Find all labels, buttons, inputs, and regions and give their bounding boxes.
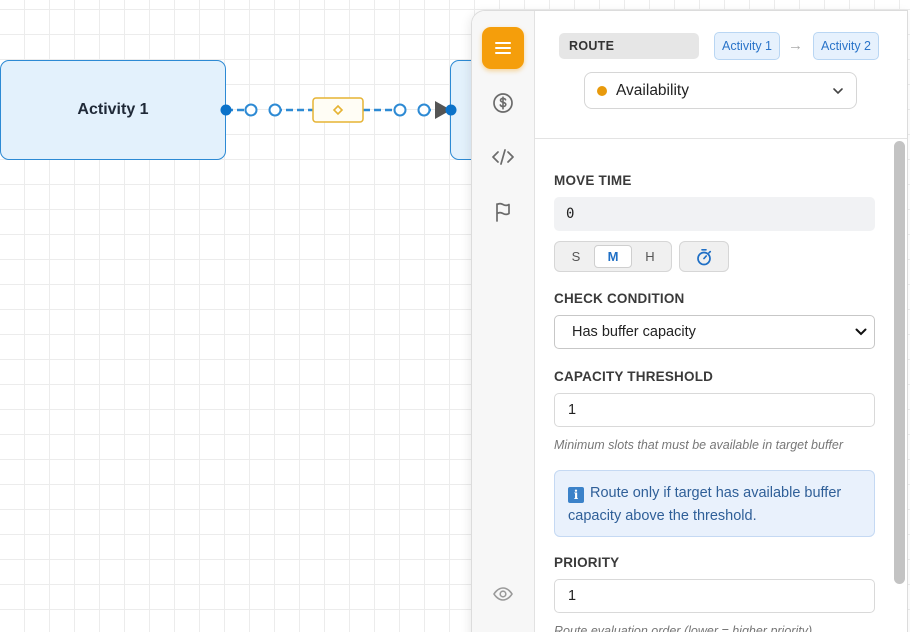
- capacity-threshold-label: CAPACITY THRESHOLD: [554, 369, 714, 384]
- edge-target-port[interactable]: [445, 104, 457, 116]
- timer-button[interactable]: [679, 241, 729, 272]
- route-source-chip[interactable]: Activity 1: [714, 32, 781, 60]
- route-type-dropdown[interactable]: Availability: [584, 72, 857, 109]
- route-type-value: Availability: [616, 81, 689, 99]
- eye-icon: [493, 587, 513, 601]
- edge-source-port[interactable]: [220, 104, 232, 116]
- edge-condition-marker[interactable]: [312, 97, 364, 123]
- unit-minutes-option[interactable]: M: [594, 245, 632, 268]
- flag-icon: [496, 202, 510, 222]
- dollar-icon: [493, 93, 513, 113]
- rail-menu-button[interactable]: [482, 27, 524, 69]
- info-icon: i: [568, 487, 584, 503]
- capacity-threshold-hint: Minimum slots that must be available in …: [554, 438, 844, 452]
- priority-input[interactable]: 1: [554, 579, 875, 613]
- priority-label: PRIORITY: [554, 555, 620, 570]
- chevron-down-icon: [855, 328, 867, 336]
- time-unit-selector: S M H: [554, 241, 672, 272]
- check-condition-label: CHECK CONDITION: [554, 291, 685, 306]
- route-properties-panel: ROUTE Activity 1 → Activity 2 Availabili…: [471, 10, 908, 632]
- check-condition-value: Has buffer capacity: [572, 324, 696, 340]
- code-icon: [492, 149, 514, 165]
- rail-flag-button[interactable]: [482, 191, 524, 233]
- edge-waypoint-handle[interactable]: [393, 103, 407, 117]
- panel-side-rail: [472, 11, 535, 632]
- capacity-threshold-input[interactable]: 1: [554, 393, 875, 427]
- activity-node-1-label: Activity 1: [77, 101, 149, 118]
- panel-header: ROUTE Activity 1 → Activity 2 Availabili…: [535, 11, 907, 139]
- move-time-label: MOVE TIME: [554, 173, 632, 188]
- edge-waypoint-handle[interactable]: [417, 103, 431, 117]
- menu-icon: [495, 42, 511, 54]
- edge-waypoint-handle[interactable]: [244, 103, 258, 117]
- check-condition-select[interactable]: Has buffer capacity: [554, 315, 875, 349]
- status-dot: [597, 85, 607, 96]
- route-form: MOVE TIME 0 S M H CHECK CONDITION Has bu…: [554, 139, 877, 632]
- rail-cost-button[interactable]: [482, 82, 524, 124]
- route-edge[interactable]: [215, 94, 465, 128]
- route-type-chip: ROUTE: [559, 33, 699, 59]
- route-target-chip[interactable]: Activity 2: [813, 32, 880, 60]
- panel-scrollbar-thumb[interactable]: [894, 141, 905, 584]
- condition-info-text: Route only if target has available buffe…: [568, 485, 842, 524]
- stopwatch-icon: [697, 248, 712, 265]
- rail-code-button[interactable]: [482, 136, 524, 178]
- condition-info-callout: i Route only if target has available buff…: [554, 470, 875, 537]
- rail-visibility-button[interactable]: [482, 573, 524, 615]
- chevron-down-icon: [832, 87, 844, 95]
- panel-scrollbar[interactable]: [893, 139, 906, 632]
- edge-waypoint-handle[interactable]: [268, 103, 282, 117]
- unit-seconds-option[interactable]: S: [558, 245, 594, 268]
- unit-hours-option[interactable]: H: [632, 245, 668, 268]
- route-arrow-icon: →: [788, 37, 803, 54]
- priority-hint: Route evaluation order (lower = higher p…: [554, 624, 816, 632]
- activity-node-1[interactable]: Activity 1: [0, 60, 226, 160]
- move-time-input[interactable]: 0: [554, 197, 875, 231]
